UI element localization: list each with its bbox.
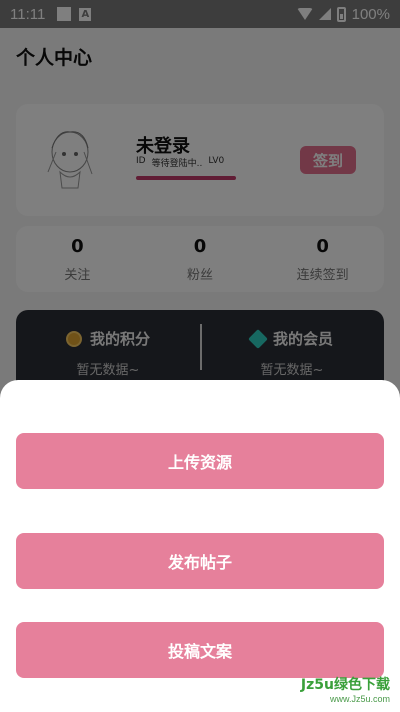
upload-resource-button[interactable]: 上传资源 <box>16 433 384 489</box>
publish-post-button[interactable]: 发布帖子 <box>16 533 384 589</box>
bottom-sheet: 上传资源 发布帖子 投稿文案 <box>0 380 400 712</box>
watermark-url: www.Jz5u.com <box>329 694 390 704</box>
watermark: Jz5u绿色下载 www.Jz5u.com <box>301 674 390 704</box>
watermark-brand: Jz5u绿色下载 <box>300 677 390 693</box>
submit-copy-button[interactable]: 投稿文案 <box>16 622 384 678</box>
